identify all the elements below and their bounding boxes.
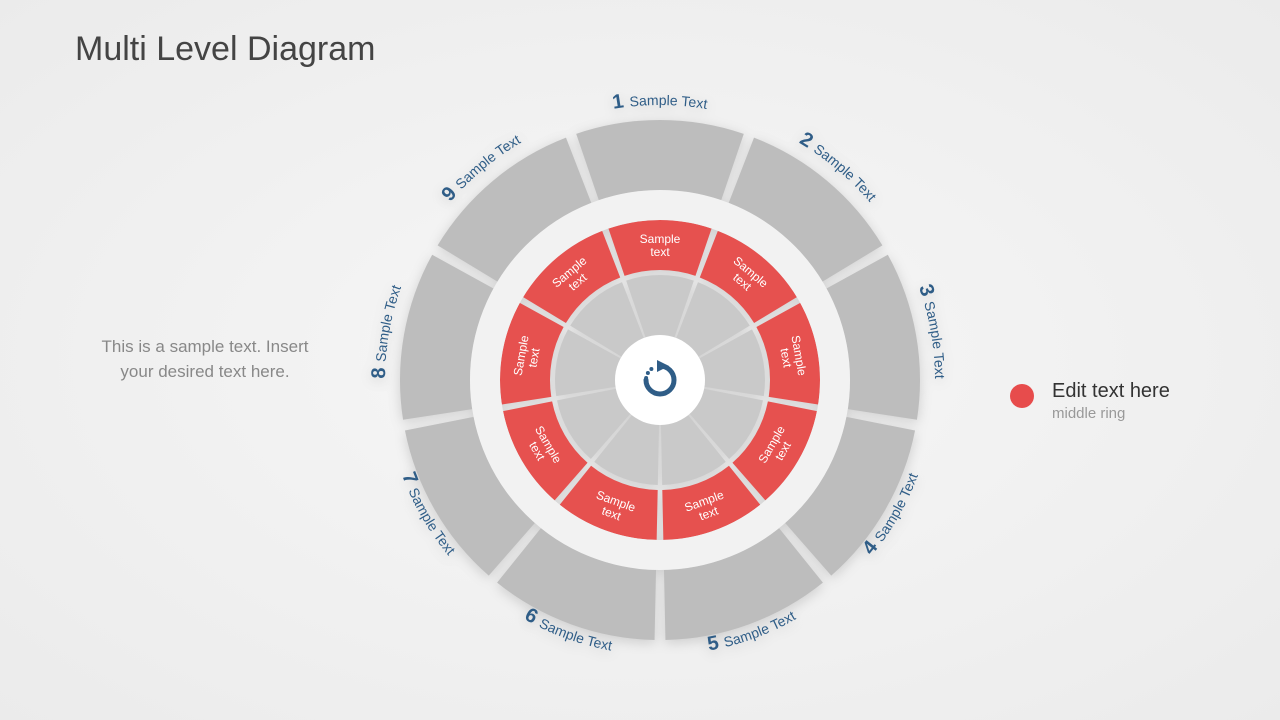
legend: Edit text here middle ring — [1010, 380, 1170, 422]
center-hub — [615, 335, 705, 425]
legend-title: Edit text here — [1052, 380, 1170, 403]
legend-swatch — [1010, 384, 1034, 408]
side-note: This is a sample text. Insert your desir… — [85, 335, 325, 384]
outer-segment-label: 1 Sample Text — [611, 90, 709, 114]
outer-ring-segment — [576, 120, 744, 200]
outer-segment-label: 8 Sample Text — [370, 283, 404, 379]
page-title: Multi Level Diagram — [75, 30, 375, 69]
multi-level-diagram: 1 Sample TextSampletext2 Sample TextSamp… — [370, 90, 950, 670]
legend-subtitle: middle ring — [1052, 405, 1170, 422]
